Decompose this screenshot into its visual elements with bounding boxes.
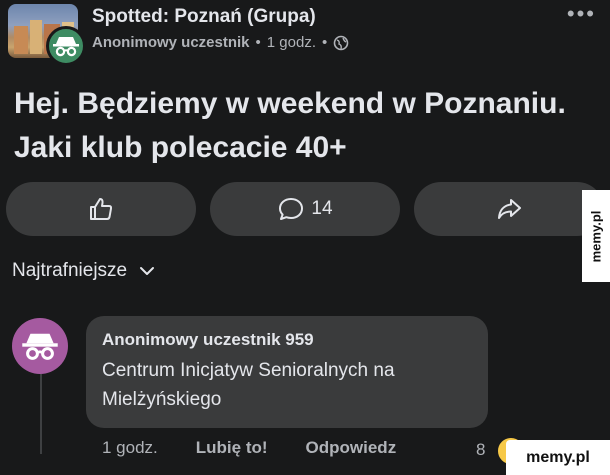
incognito-icon [53, 37, 79, 57]
post-text: Hej. Będziemy w weekend w Poznaniu. Jaki… [14, 87, 566, 164]
comment-button[interactable]: 14 [210, 182, 400, 236]
watermark-corner: memy.pl [506, 440, 610, 475]
comment-avatar[interactable] [12, 318, 68, 374]
comment-text: Centrum Inicjatyw Senioralnych na Mielży… [102, 360, 395, 410]
comment-count: 14 [311, 198, 333, 219]
globe-icon [333, 35, 349, 50]
watermark-side: memy.pl [582, 190, 610, 282]
thread-line [40, 374, 42, 454]
chevron-down-icon [140, 267, 155, 275]
post-header: Spotted: Poznań (Grupa) Anonimowy uczest… [0, 0, 610, 72]
meta-separator: • [255, 34, 261, 51]
thumbs-up-icon [90, 198, 113, 220]
comment-footer: 1 godz. Lubię to! Odpowiedz [102, 438, 434, 458]
comment-icon [279, 198, 304, 220]
share-button[interactable] [414, 182, 604, 236]
sort-label: Najtrafniejsze [12, 260, 128, 281]
group-name[interactable]: Spotted: Poznań (Grupa) [92, 6, 316, 28]
building-shape [30, 20, 42, 54]
comment-author[interactable]: Anonimowy uczestnik 959 [102, 330, 472, 350]
incognito-icon [22, 333, 58, 360]
anonymous-avatar[interactable] [46, 26, 86, 66]
reaction-count[interactable]: 8 [476, 440, 485, 460]
meta-separator: • [322, 34, 328, 51]
post-time[interactable]: 1 godz. [267, 34, 316, 51]
more-options-button[interactable]: ••• [567, 3, 596, 25]
watermark-side-text: memy.pl [588, 210, 604, 262]
like-button[interactable] [6, 182, 196, 236]
comment-reply-button[interactable]: Odpowiedz [306, 438, 397, 458]
comment-time[interactable]: 1 godz. [102, 438, 158, 458]
building-shape [14, 26, 28, 54]
comment-bubble: Anonimowy uczestnik 959 Centrum Inicjaty… [86, 316, 488, 428]
post-actions: 14 [0, 182, 610, 238]
share-icon [498, 199, 521, 219]
comment-like-button[interactable]: Lubię to! [196, 438, 268, 458]
comment-sort-dropdown[interactable]: Najtrafniejsze [12, 260, 155, 282]
post-meta: Anonimowy uczestnik • 1 godz. • [92, 34, 349, 51]
post-author[interactable]: Anonimowy uczestnik [92, 34, 250, 51]
